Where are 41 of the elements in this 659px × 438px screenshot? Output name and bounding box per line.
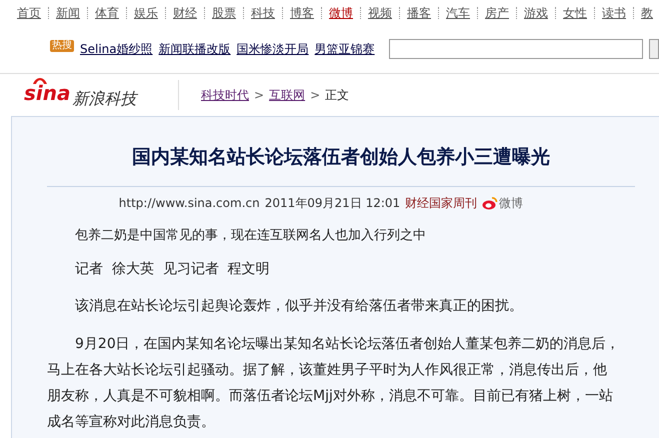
nav-link[interactable]: 女性 <box>563 4 587 22</box>
search-field[interactable] <box>388 39 644 59</box>
nav-link[interactable]: 播客 <box>407 4 431 22</box>
hot-search-link[interactable]: 国米惨淡开局 <box>236 40 309 58</box>
nav-link[interactable]: 首页 <box>17 4 41 22</box>
breadcrumb-separator: > <box>310 87 320 104</box>
breadcrumb-current: 正文 <box>325 87 350 104</box>
article-paragraph: 9月20日，在国内某知名论坛曝出某知名站长论坛落伍者创始人董某包养二奶的消息后，马上在各大站长论坛引起骚动。据了解，该董姓男子平时为人作风很正常，消息传出后，他朋友称，人真是不可貌相啊。而落伍者论坛Mjj对外称，消息不可靠。目前已有猪上树，一站成名等宣称对此消息负责。 <box>46 335 621 432</box>
nav-link[interactable]: 科技 <box>251 4 275 22</box>
breadcrumb-link[interactable]: 互联网 <box>269 86 306 104</box>
source-url: http://www.sina.com.cn <box>118 194 260 212</box>
nav-link[interactable]: 新闻 <box>56 4 80 22</box>
search-button[interactable] <box>649 39 659 59</box>
weibo-share-link[interactable]: 微博 <box>482 194 524 212</box>
nav-link[interactable]: 教 <box>641 4 653 22</box>
hot-search-link[interactable]: 男篮亚锦赛 <box>314 40 375 58</box>
article-paragraph: 该消息在站长论坛引起舆论轰炸，似乎并没有给落伍者带来真正的困扰。 <box>74 297 524 316</box>
publish-date: 2011年09月21日 12:01 <box>264 194 400 212</box>
hot-search-link[interactable]: 新闻联播改版 <box>158 40 231 58</box>
nav-link[interactable]: 博客 <box>290 4 314 22</box>
source-link[interactable]: 财经国家周刊 <box>405 194 478 212</box>
breadcrumb-separator: > <box>254 87 264 104</box>
nav-link[interactable]: 微博 <box>329 4 353 22</box>
section-name: 新浪科技 <box>72 91 136 107</box>
article-title: 国内某知名站长论坛落伍者创始人包养小三遭曝光 <box>132 145 550 170</box>
nav-link[interactable]: 汽车 <box>446 4 470 22</box>
breadcrumb-link[interactable]: 科技时代 <box>201 86 249 104</box>
nav-link[interactable]: 房产 <box>485 4 509 22</box>
nav-link[interactable]: 体育 <box>95 4 119 22</box>
article-paragraph: 记者 徐大英 见习记者 程文明 <box>74 260 271 279</box>
nav-link[interactable]: 财经 <box>173 4 197 22</box>
weibo-icon <box>482 196 498 210</box>
nav-link[interactable]: 娱乐 <box>134 4 158 22</box>
hot-search-badge: 热搜 <box>50 40 74 52</box>
nav-link[interactable]: 读书 <box>602 4 626 22</box>
nav-link[interactable]: 股票 <box>212 4 236 22</box>
nav-link[interactable]: 游戏 <box>524 4 548 22</box>
brand-logo: sina <box>24 81 70 105</box>
hot-search-link[interactable]: Selina婚纱照 <box>80 40 153 58</box>
nav-link[interactable]: 视频 <box>368 4 392 22</box>
article-paragraph: 包养二奶是中国常见的事，现在连互联网名人也加入行列之中 <box>74 226 427 244</box>
